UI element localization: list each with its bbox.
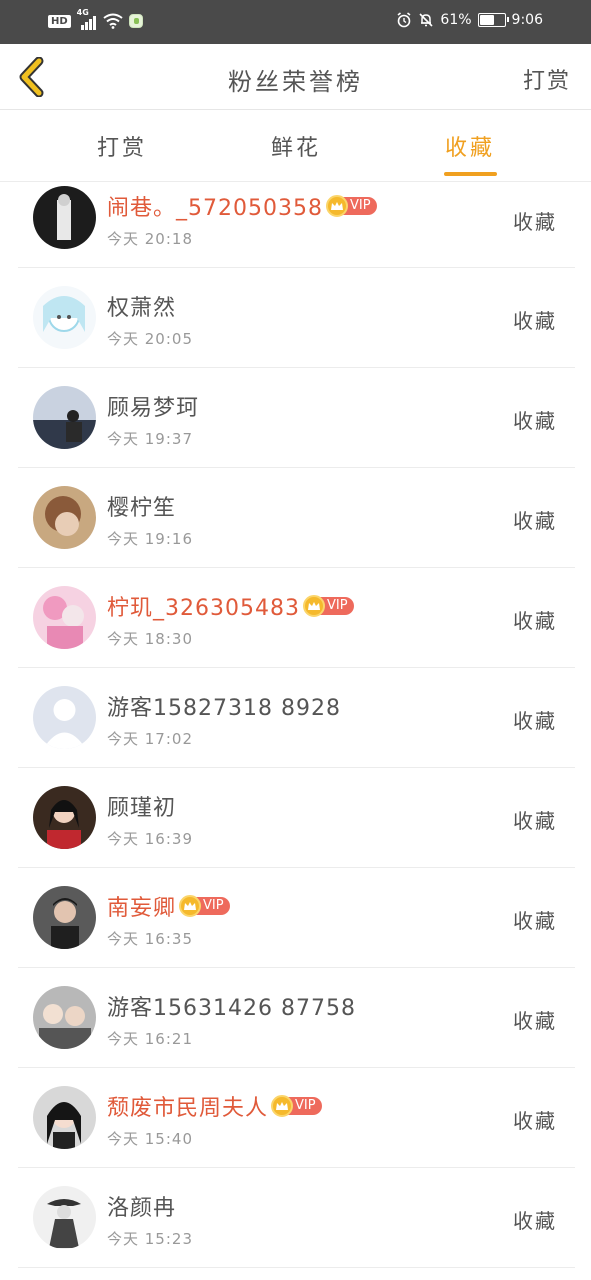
avatar[interactable] [33, 1086, 96, 1149]
fan-name[interactable]: 游客15631426 87758 [107, 990, 356, 1022]
favorite-label: 收藏 [513, 409, 557, 433]
tab-favorites[interactable]: 收藏 [445, 130, 495, 162]
fan-list-item[interactable]: 游客15631426 87758 今天 16:21 收藏 [0, 968, 591, 1068]
avatar[interactable] [33, 786, 96, 849]
crown-icon [271, 1095, 294, 1117]
favorite-label: 收藏 [513, 609, 557, 633]
fan-list: 闹巷。_572050358 VIP 今天 20:18 收藏 权萧然 今天 20:05 收藏顾… [0, 182, 591, 1268]
tab-flowers[interactable]: 鲜花 [271, 130, 321, 162]
fan-list-item[interactable]: 洛颜冉今天 15:23 收藏 [0, 1168, 591, 1268]
fan-time: 今天 15:23 [107, 1230, 193, 1248]
fan-name[interactable]: 顾瑾初 [107, 790, 176, 822]
favorite-label: 收藏 [513, 1109, 557, 1133]
fan-list-item[interactable]: 游客15827318 8928 今天 17:02 收藏 [0, 668, 591, 768]
fan-name[interactable]: 柠玑_326305483 [107, 590, 300, 622]
fan-name[interactable]: 南妄卿 [107, 890, 176, 922]
vip-badge: VIP [302, 595, 354, 617]
name-line: 顾易梦珂 [107, 390, 199, 422]
alarm-icon [397, 12, 411, 28]
fan-name[interactable]: 樱柠笙 [107, 490, 176, 522]
vip-badge: VIP [179, 895, 230, 917]
battery-percent: 61% [440, 12, 472, 28]
avatar[interactable] [33, 586, 96, 649]
vip-badge: VIP [325, 195, 377, 217]
favorite-label: 收藏 [513, 1009, 557, 1033]
avatar[interactable] [33, 886, 96, 949]
fan-time: 今天 20:18 [107, 230, 193, 248]
fan-name[interactable]: 权萧然 [107, 290, 176, 322]
favorite-label: 收藏 [513, 509, 557, 533]
name-line: 顾瑾初 [107, 790, 176, 822]
favorite-label: 收藏 [513, 809, 557, 833]
battery-icon [477, 13, 509, 27]
wifi-icon [103, 13, 123, 29]
favorite-label: 收藏 [513, 309, 557, 333]
fan-time: 今天 18:30 [107, 630, 193, 648]
fan-name[interactable]: 闹巷。_572050358 [107, 190, 323, 222]
avatar[interactable] [33, 186, 96, 249]
fan-time: 今天 20:05 [107, 330, 193, 348]
page-title: 粉丝荣誉榜 [228, 68, 363, 96]
fan-name[interactable]: 颓废市民周夫人 [107, 1090, 268, 1122]
favorite-label: 收藏 [513, 1209, 557, 1233]
name-line: 颓废市民周夫人 VIP [107, 1090, 322, 1122]
fan-name[interactable]: 顾易梦珂 [107, 390, 199, 422]
status-right: 61% 9:06 [396, 12, 543, 28]
tab-tip[interactable]: 打赏 [97, 130, 147, 162]
name-line: 游客15631426 87758 [107, 990, 356, 1022]
favorite-label: 收藏 [513, 909, 557, 933]
hd-badge: HD [48, 14, 71, 28]
name-line: 柠玑_326305483 VIP [107, 590, 354, 622]
fan-list-item[interactable]: 闹巷。_572050358 VIP 今天 20:18 收藏 [0, 182, 591, 268]
fan-time: 今天 19:37 [107, 430, 193, 448]
clock: 9:06 [511, 12, 543, 28]
avatar[interactable] [33, 486, 96, 549]
name-line: 樱柠笙 [107, 490, 176, 522]
app-notification-icon [128, 14, 143, 28]
crown-icon [302, 595, 325, 617]
fan-list-item[interactable]: 顾易梦珂今天 19:37 收藏 [0, 368, 591, 468]
fan-list-item[interactable]: 樱柠笙今天 19:16 收藏 [0, 468, 591, 568]
vip-badge: VIP [271, 1095, 322, 1117]
fan-time: 今天 19:16 [107, 530, 193, 548]
avatar[interactable] [33, 386, 96, 449]
fan-time: 今天 15:40 [107, 1130, 193, 1148]
avatar[interactable] [33, 686, 96, 749]
avatar[interactable] [33, 1186, 96, 1249]
tab-bar: 打赏 鲜花 收藏 [0, 110, 591, 182]
crown-icon [325, 195, 348, 217]
name-line: 闹巷。_572050358 VIP [107, 190, 377, 222]
tip-button[interactable]: 打赏 [523, 63, 571, 95]
status-left: HD 4G [48, 8, 143, 30]
name-line: 游客15827318 8928 [107, 690, 341, 722]
cell-signal-icon: 4G [77, 8, 97, 30]
avatar[interactable] [33, 986, 96, 1049]
crown-icon [179, 895, 202, 917]
fan-time: 今天 16:39 [107, 830, 193, 848]
avatar[interactable] [33, 286, 96, 349]
fan-list-item[interactable]: 颓废市民周夫人 VIP 今天 15:40 收藏 [0, 1068, 591, 1168]
fan-name[interactable]: 游客15827318 8928 [107, 690, 341, 722]
name-line: 权萧然 [107, 290, 176, 322]
fan-list-item[interactable]: 顾瑾初今天 16:39 收藏 [0, 768, 591, 868]
divider [18, 1267, 575, 1268]
fan-list-item[interactable]: 柠玑_326305483 VIP 今天 18:30 收藏 [0, 568, 591, 668]
silent-bell-icon [419, 13, 433, 27]
fan-name[interactable]: 洛颜冉 [107, 1190, 176, 1222]
active-tab-indicator [444, 172, 497, 176]
fan-list-item[interactable]: 权萧然今天 20:05 收藏 [0, 268, 591, 368]
status-bar: HD 4G 61% 9:06 [0, 0, 591, 44]
name-line: 洛颜冉 [107, 1190, 176, 1222]
fan-time: 今天 16:21 [107, 1030, 193, 1048]
favorite-label: 收藏 [513, 709, 557, 733]
fan-time: 今天 16:35 [107, 930, 193, 948]
fan-list-item[interactable]: 南妄卿 VIP 今天 16:35 收藏 [0, 868, 591, 968]
name-line: 南妄卿 VIP [107, 890, 230, 922]
favorite-label: 收藏 [513, 210, 557, 234]
header: 粉丝荣誉榜 打赏 [0, 44, 591, 110]
fan-time: 今天 17:02 [107, 730, 193, 748]
